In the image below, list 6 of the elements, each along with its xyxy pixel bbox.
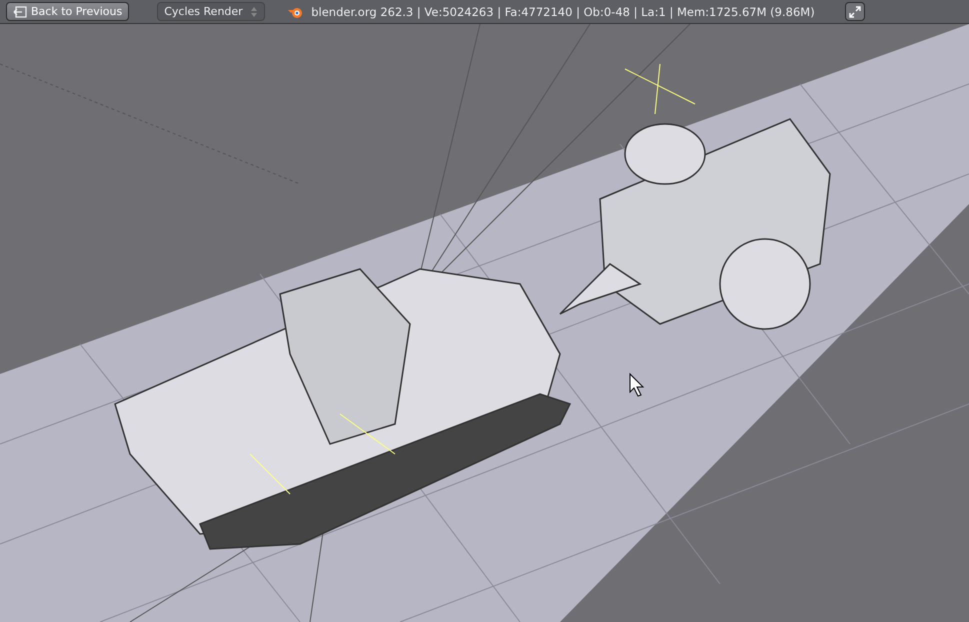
up-down-arrows-icon [250, 6, 258, 18]
scene-statistics: blender.org 262.3 | Ve:5024263 | Fa:4772140 | Ob:0-48 | La:1 | Mem:1725.67M (9.86M) [311, 4, 815, 18]
fullscreen-toggle-button[interactable] [844, 2, 865, 21]
back-to-previous-button[interactable]: Back to Previous [6, 2, 130, 21]
back-icon [13, 6, 27, 18]
render-engine-dropdown[interactable]: Cycles Render [157, 2, 266, 21]
